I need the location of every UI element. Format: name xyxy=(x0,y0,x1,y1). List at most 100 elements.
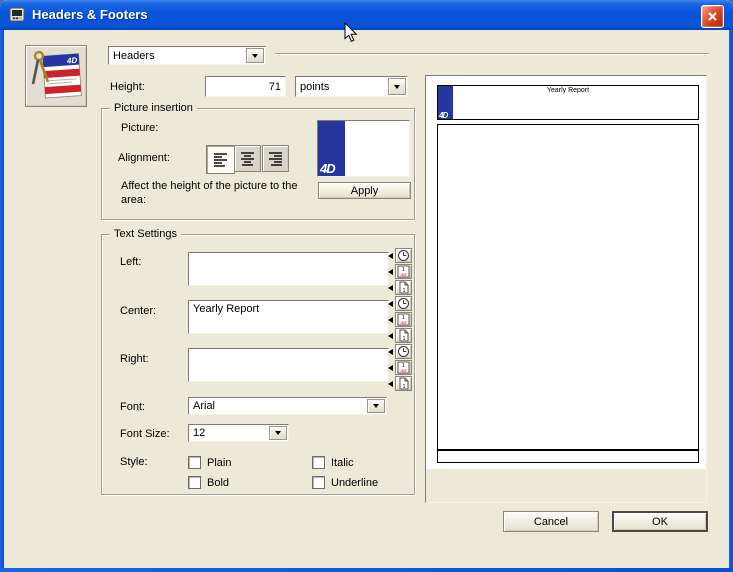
align-center-button[interactable] xyxy=(234,145,261,172)
area-select-arrow[interactable] xyxy=(246,48,264,63)
area-select[interactable]: Headers xyxy=(108,46,266,65)
insert-time-button-left[interactable] xyxy=(395,248,412,263)
insert-page-row-right: 1 xyxy=(388,376,412,391)
font-select[interactable]: Arial xyxy=(188,397,387,415)
style-label: Style: xyxy=(120,456,148,468)
center-text-input[interactable]: Yearly Report xyxy=(188,300,389,334)
right-field-label: Right: xyxy=(120,353,149,365)
height-input[interactable] xyxy=(205,76,286,97)
align-right-button[interactable] xyxy=(262,145,289,172)
window-border-bottom xyxy=(0,568,733,572)
window-title: Headers & Footers xyxy=(32,0,148,30)
page-number-icon: 1 xyxy=(397,281,410,294)
dialog-picture-icon: 4D xyxy=(25,45,87,107)
window-border-right xyxy=(729,30,733,572)
chevron-down-icon xyxy=(394,85,400,89)
headers-footers-dialog: Headers & Footers 4D Header xyxy=(0,0,733,572)
page-number-icon: 1 xyxy=(397,377,410,390)
svg-text:1: 1 xyxy=(402,288,405,294)
close-button[interactable] xyxy=(701,5,724,28)
preview-header-text: Yearly Report xyxy=(438,87,698,94)
right-text-input[interactable] xyxy=(188,348,389,382)
popup-left-arrow-icon xyxy=(388,269,393,275)
insert-date-button-left[interactable]: 1oct xyxy=(395,264,412,279)
date-icon: 1oct xyxy=(397,265,410,278)
cancel-button[interactable]: Cancel xyxy=(503,511,599,532)
picture-preview: 4D xyxy=(317,120,410,177)
insert-time-row-right xyxy=(388,344,412,359)
insert-date-button-right[interactable]: 1oct xyxy=(395,360,412,375)
cancel-button-label: Cancel xyxy=(534,516,568,528)
window-border-left xyxy=(0,30,4,572)
popup-left-arrow-icon xyxy=(388,349,393,355)
style-bold-label: Bold xyxy=(207,477,229,489)
date-icon: 1oct xyxy=(397,313,410,326)
picture-insertion-group-title: Picture insertion xyxy=(110,102,197,114)
font-size-select-value: 12 xyxy=(193,427,205,439)
chevron-down-icon xyxy=(252,54,258,58)
insert-page-row-left: 1 xyxy=(388,280,412,295)
preview-footer-box xyxy=(437,450,699,463)
area-select-value: Headers xyxy=(113,50,155,62)
preview-header-box: 4D Yearly Report xyxy=(437,85,699,120)
insert-time-button-center[interactable] xyxy=(395,296,412,311)
style-italic-checkbox[interactable] xyxy=(312,456,325,469)
popup-left-arrow-icon xyxy=(388,333,393,339)
popup-left-arrow-icon xyxy=(388,285,393,291)
insert-time-button-right[interactable] xyxy=(395,344,412,359)
insert-page-number-button-right[interactable]: 1 xyxy=(395,376,412,391)
popup-left-arrow-icon xyxy=(388,365,393,371)
page-number-icon: 1 xyxy=(397,329,410,342)
font-size-label: Font Size: xyxy=(120,428,170,440)
units-select[interactable]: points xyxy=(295,76,408,97)
units-select-value: points xyxy=(300,81,329,93)
style-underline-checkbox[interactable] xyxy=(312,476,325,489)
font-select-arrow[interactable] xyxy=(367,399,385,413)
separator-line xyxy=(275,53,709,55)
font-size-select[interactable]: 12 xyxy=(188,424,289,442)
svg-text:oct: oct xyxy=(400,272,407,277)
window-icon xyxy=(9,7,25,28)
insert-page-number-button-left[interactable]: 1 xyxy=(395,280,412,295)
insert-date-row-center: 1oct xyxy=(388,312,412,327)
svg-text:4D: 4D xyxy=(66,56,78,66)
affect-height-label-line2: area: xyxy=(121,194,146,206)
ok-button-label: OK xyxy=(652,516,668,528)
ok-button[interactable]: OK xyxy=(612,511,708,532)
insert-page-number-button-center[interactable]: 1 xyxy=(395,328,412,343)
popup-left-arrow-icon xyxy=(388,381,393,387)
apply-button-label: Apply xyxy=(351,185,379,197)
insert-time-row-center xyxy=(388,296,412,311)
style-plain-checkbox[interactable] xyxy=(188,456,201,469)
style-bold-checkbox[interactable] xyxy=(188,476,201,489)
popup-left-arrow-icon xyxy=(388,317,393,323)
affect-height-label-line1: Affect the height of the picture to the xyxy=(121,180,298,192)
clock-icon xyxy=(397,297,410,310)
units-select-arrow[interactable] xyxy=(388,78,406,95)
align-left-button[interactable] xyxy=(206,145,235,174)
insert-date-row-right: 1oct xyxy=(388,360,412,375)
preview-body-box xyxy=(437,124,699,450)
left-field-label: Left: xyxy=(120,256,141,268)
style-underline-label: Underline xyxy=(331,477,378,489)
clock-icon xyxy=(397,345,410,358)
date-icon: 1oct xyxy=(397,361,410,374)
apply-button[interactable]: Apply xyxy=(318,182,411,199)
font-label: Font: xyxy=(120,401,145,413)
insert-time-row-left xyxy=(388,248,412,263)
svg-text:oct: oct xyxy=(400,320,407,325)
insert-date-button-center[interactable]: 1oct xyxy=(395,312,412,327)
svg-text:oct: oct xyxy=(400,368,407,373)
chevron-down-icon xyxy=(373,404,379,408)
align-right-icon xyxy=(267,150,284,167)
left-text-input[interactable] xyxy=(188,252,389,286)
4d-logo: 4D xyxy=(439,111,447,120)
height-label: Height: xyxy=(110,81,145,93)
preview-bottom-margin xyxy=(426,469,706,502)
4d-logo: 4D xyxy=(320,161,335,176)
insert-page-row-center: 1 xyxy=(388,328,412,343)
chevron-down-icon xyxy=(275,431,281,435)
font-size-select-arrow[interactable] xyxy=(269,426,287,440)
clock-icon xyxy=(397,249,410,262)
svg-text:1: 1 xyxy=(402,384,405,390)
